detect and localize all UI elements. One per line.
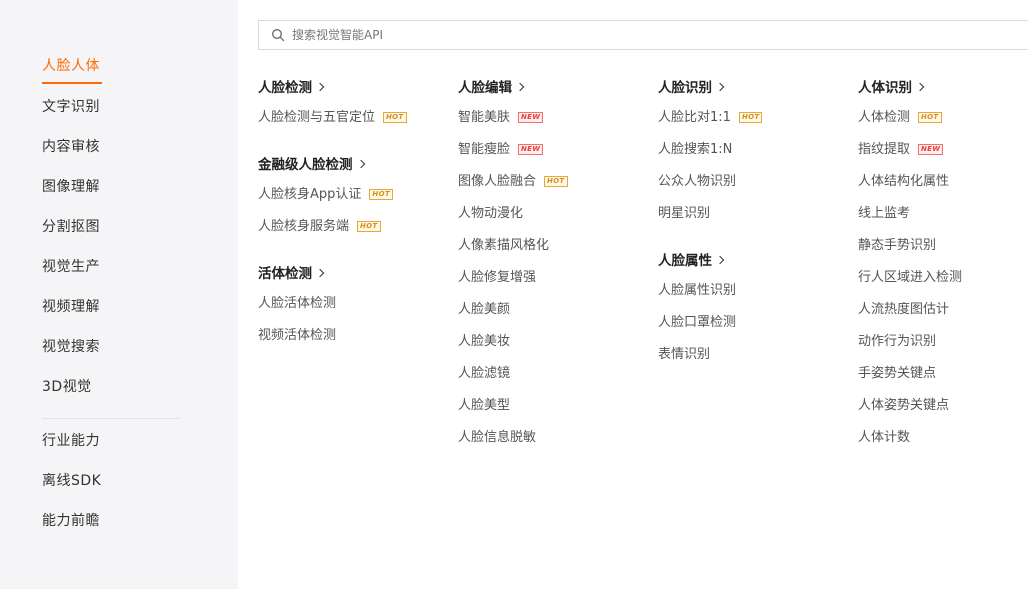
group-title-body-recognition[interactable]: 人体识别 xyxy=(858,76,925,96)
menu-item-face-detect-landmarks[interactable]: 人脸检测与五官定位 HOT xyxy=(258,106,407,125)
sidebar-item-visual-production[interactable]: 视觉生产 xyxy=(42,256,100,276)
menu-item-face-search[interactable]: 人脸搜索1:N xyxy=(658,138,732,157)
sidebar-item-video-understanding[interactable]: 视频理解 xyxy=(42,296,100,316)
menu-item-fingerprint[interactable]: 指纹提取 NEW xyxy=(858,138,944,157)
sidebar-item-3d-vision[interactable]: 3D视觉 xyxy=(42,376,92,396)
menu-item-face-shape[interactable]: 人脸美型 xyxy=(458,394,510,413)
menu-item-body-count[interactable]: 人体计数 xyxy=(858,426,910,445)
menu-item-video-liveness[interactable]: 视频活体检测 xyxy=(258,324,336,343)
menu-item-celebrity[interactable]: 明星识别 xyxy=(658,202,710,221)
sidebar-item-visual-search[interactable]: 视觉搜索 xyxy=(42,336,100,356)
menu-item-expression[interactable]: 表情识别 xyxy=(658,343,710,362)
menu-item-face-compare[interactable]: 人脸比对1:1 HOT xyxy=(658,106,763,125)
search-input[interactable] xyxy=(292,21,892,49)
menu-item-face-makeup[interactable]: 人脸美妆 xyxy=(458,330,510,349)
hot-badge: HOT xyxy=(369,189,393,200)
chevron-right-icon xyxy=(715,255,725,265)
chevron-right-icon xyxy=(915,82,925,92)
sidebar-item-preview[interactable]: 能力前瞻 xyxy=(42,510,100,530)
chevron-right-icon xyxy=(315,268,325,278)
chevron-right-icon xyxy=(515,82,525,92)
menu-item-mask-detect[interactable]: 人脸口罩检测 xyxy=(658,311,736,330)
hot-badge: HOT xyxy=(738,112,763,123)
search-icon[interactable] xyxy=(271,28,285,42)
menu-item-hand-keypoints[interactable]: 手姿势关键点 xyxy=(858,362,936,381)
menu-item-face-attribute[interactable]: 人脸属性识别 xyxy=(658,279,736,298)
sidebar-item-offline-sdk[interactable]: 离线SDK xyxy=(42,470,101,490)
menu-item-smart-slim-face[interactable]: 智能瘦脸 NEW xyxy=(458,138,544,157)
menu-item-body-keypoints[interactable]: 人体姿势关键点 xyxy=(858,394,949,413)
menu-item-static-gesture[interactable]: 静态手势识别 xyxy=(858,234,936,253)
new-badge: NEW xyxy=(518,112,544,123)
group-title-face-detection[interactable]: 人脸检测 xyxy=(258,76,325,96)
group-title-face-attributes[interactable]: 人脸属性 xyxy=(658,249,725,269)
menu-item-face-restore[interactable]: 人脸修复增强 xyxy=(458,266,536,285)
hot-badge: HOT xyxy=(357,221,381,232)
menu-item-crowd-heatmap[interactable]: 人流热度图估计 xyxy=(858,298,949,317)
menu-item-face-desensitize[interactable]: 人脸信息脱敏 xyxy=(458,426,536,445)
new-badge: NEW xyxy=(518,144,544,155)
menu-item-public-figure[interactable]: 公众人物识别 xyxy=(658,170,736,189)
group-title-liveness-detection[interactable]: 活体检测 xyxy=(258,262,325,282)
active-indicator xyxy=(42,82,102,84)
menu-item-face-fusion[interactable]: 图像人脸融合 HOT xyxy=(458,170,568,189)
sidebar-item-industry[interactable]: 行业能力 xyxy=(42,430,100,450)
hot-badge: HOT xyxy=(383,112,407,123)
new-badge: NEW xyxy=(918,144,944,155)
menu-item-body-detect[interactable]: 人体检测 HOT xyxy=(858,106,942,125)
hot-badge: HOT xyxy=(544,176,568,187)
menu-item-sketch-style[interactable]: 人像素描风格化 xyxy=(458,234,549,253)
menu-item-online-proctor[interactable]: 线上监考 xyxy=(858,202,910,221)
category-sidebar: 人脸人体 文字识别 内容审核 图像理解 分割抠图 视觉生产 视频理解 视觉搜索 … xyxy=(0,0,238,589)
menu-item-face-beauty[interactable]: 人脸美颜 xyxy=(458,298,510,317)
menu-item-body-attributes[interactable]: 人体结构化属性 xyxy=(858,170,949,189)
chevron-right-icon xyxy=(356,159,365,169)
group-title-face-recognition[interactable]: 人脸识别 xyxy=(658,76,725,96)
search-bar xyxy=(258,20,1028,50)
menu-item-face-liveness[interactable]: 人脸活体检测 xyxy=(258,292,336,311)
hot-badge: HOT xyxy=(918,112,942,123)
sidebar-item-segmentation[interactable]: 分割抠图 xyxy=(42,216,100,236)
menu-item-face-verify-server[interactable]: 人脸核身服务端 HOT xyxy=(258,215,381,234)
menu-item-face-filter[interactable]: 人脸滤镜 xyxy=(458,362,510,381)
sidebar-divider xyxy=(42,418,180,419)
menu-item-pedestrian-area[interactable]: 行人区域进入检测 xyxy=(858,266,962,285)
chevron-right-icon xyxy=(715,82,725,92)
menu-item-anime[interactable]: 人物动漫化 xyxy=(458,202,523,221)
sidebar-item-face-body[interactable]: 人脸人体 xyxy=(42,55,100,75)
group-title-face-editing[interactable]: 人脸编辑 xyxy=(458,76,525,96)
chevron-right-icon xyxy=(315,82,325,92)
menu-item-smart-skin[interactable]: 智能美肤 NEW xyxy=(458,106,544,125)
menu-item-face-verify-app[interactable]: 人脸核身App认证 HOT xyxy=(258,183,393,202)
sidebar-item-content-moderation[interactable]: 内容审核 xyxy=(42,136,100,156)
menu-item-action-recognition[interactable]: 动作行为识别 xyxy=(858,330,936,349)
sidebar-item-image-understanding[interactable]: 图像理解 xyxy=(42,176,100,196)
sidebar-item-ocr[interactable]: 文字识别 xyxy=(42,96,100,116)
group-title-financial-face-detection[interactable]: 金融级人脸检测 xyxy=(258,153,365,173)
